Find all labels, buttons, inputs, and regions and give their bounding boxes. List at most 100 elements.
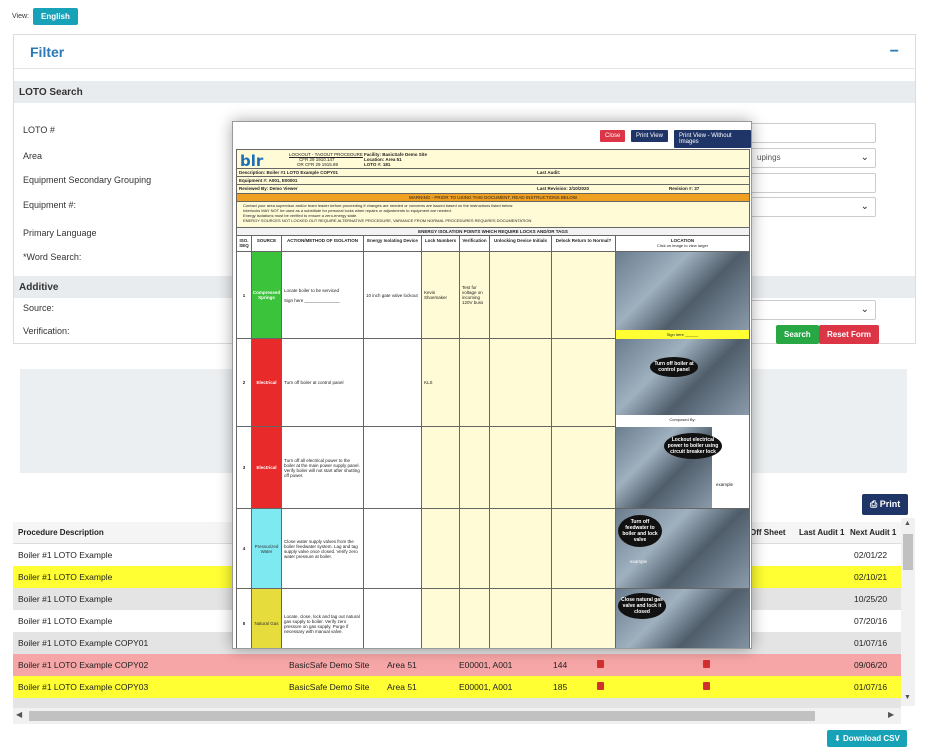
blr-logo: blr bbox=[240, 152, 264, 170]
step-action: Locate, close, lock and tag out natural … bbox=[282, 589, 364, 648]
step-seq: 5 bbox=[236, 589, 252, 648]
grouping-select[interactable]: upings ⌄ bbox=[750, 148, 876, 168]
source-select[interactable]: ⌄ bbox=[750, 300, 876, 320]
procedure-description: Boiler #1 LOTO Example COPY02 bbox=[18, 660, 149, 670]
step-device bbox=[364, 427, 422, 508]
step-verification bbox=[460, 589, 490, 648]
step-delock bbox=[552, 509, 616, 588]
download-csv-button[interactable]: ⬇ Download CSV bbox=[827, 730, 907, 747]
filter-header[interactable]: Filter − bbox=[14, 35, 915, 69]
step-device bbox=[364, 339, 422, 426]
step-device bbox=[364, 509, 422, 588]
step-device bbox=[364, 589, 422, 648]
scroll-right-icon[interactable]: ▶ bbox=[888, 710, 894, 719]
photo-callout: Lockout electrical power to boiler using… bbox=[664, 433, 722, 459]
table-row[interactable] bbox=[13, 698, 901, 708]
step-delock bbox=[552, 427, 616, 508]
scroll-thumb[interactable] bbox=[903, 534, 913, 570]
header-last-audit[interactable]: Last Audit 1 bbox=[799, 528, 844, 537]
next-audit: 01/07/16 bbox=[854, 682, 888, 692]
doc-isolation-title: ENERGY ISOLATION POINTS WHICH REQUIRE LO… bbox=[236, 228, 750, 236]
procedure-description: Boiler #1 LOTO Example COPY03 bbox=[18, 682, 149, 692]
photo-sign-label: Sign here ______ bbox=[616, 330, 749, 339]
boiler-photo[interactable] bbox=[616, 339, 749, 415]
vertical-scrollbar[interactable]: ▲ ▼ bbox=[901, 518, 915, 706]
next-audit: 01/07/16 bbox=[854, 638, 888, 648]
next-audit: 10/25/20 bbox=[854, 594, 888, 604]
step-seq: 2 bbox=[236, 339, 252, 426]
step-location-photo[interactable]: Lockout electrical power to boiler using… bbox=[616, 427, 750, 508]
step-seq: 3 bbox=[236, 427, 252, 508]
photo-example-label: example bbox=[630, 559, 648, 564]
doc-loto-number: LOTO #: 181 bbox=[364, 162, 391, 167]
word-search-label: *Word Search: bbox=[23, 252, 82, 262]
loto-number: 185 bbox=[553, 682, 568, 692]
step-verification: Test for voltage on incoming 120V buss bbox=[460, 252, 490, 338]
scroll-up-icon[interactable]: ▲ bbox=[904, 520, 911, 527]
isolation-step: 1 Compressed Springs Locate boiler to be… bbox=[236, 252, 750, 339]
pdf-icon[interactable] bbox=[703, 682, 710, 692]
pdf-icon[interactable] bbox=[597, 682, 604, 692]
col-device: Energy Isolating Device bbox=[364, 236, 422, 252]
next-audit: 07/20/16 bbox=[854, 616, 888, 626]
verification-label: Verification: bbox=[23, 326, 70, 336]
chevron-down-icon: ⌄ bbox=[860, 304, 869, 315]
loto-number-input[interactable] bbox=[750, 123, 876, 143]
step-source: Pressurized Water bbox=[252, 509, 282, 588]
loto-document: blr LOCKOUT - TAGOUT PROCEDURE CFR 29 19… bbox=[236, 149, 750, 648]
step-location-photo[interactable]: Turn off feedwater to boiler and lock va… bbox=[616, 509, 750, 588]
pdf-icon[interactable] bbox=[703, 660, 710, 670]
photo-composed-label: Composed By: bbox=[616, 415, 749, 427]
procedure-description: Boiler #1 LOTO Example bbox=[18, 550, 113, 560]
step-unlocking bbox=[490, 589, 552, 648]
header-off-sheet[interactable]: Off Sheet bbox=[750, 528, 786, 537]
reset-form-button[interactable]: Reset Form bbox=[819, 325, 880, 344]
isolation-step: 5 Natural Gas Locate, close, lock and ta… bbox=[236, 589, 750, 648]
step-locks bbox=[422, 427, 460, 508]
step-location-photo[interactable]: Turn off boiler at control panel Compose… bbox=[616, 339, 750, 427]
scroll-thumb[interactable] bbox=[29, 711, 815, 721]
doc-last-revision: Last Revision: 2/10/2020 bbox=[537, 186, 590, 191]
step-source: Electrical bbox=[252, 427, 282, 508]
boiler-photo[interactable] bbox=[616, 252, 749, 330]
isolation-step: 3 Electrical Turn off all electrical pow… bbox=[236, 427, 750, 509]
close-button[interactable]: Close bbox=[600, 130, 626, 142]
col-location: LOCATION Click on image to view larger bbox=[616, 236, 750, 252]
language-english-button[interactable]: English bbox=[33, 8, 78, 25]
header-next-audit[interactable]: Next Audit 1 bbox=[850, 528, 896, 537]
print-button[interactable]: ⎙ Print bbox=[862, 494, 909, 515]
print-view-button[interactable]: Print View bbox=[631, 130, 668, 142]
table-row[interactable]: Boiler #1 LOTO Example COPY02 BasicSafe … bbox=[13, 654, 901, 676]
doc-equipment: Equipment #: A001, E00001 bbox=[239, 178, 298, 183]
col-location-sub: Click on image to view larger bbox=[656, 243, 709, 248]
print-view-without-images-button[interactable]: Print View - Without Images bbox=[674, 130, 751, 148]
loto-search-section: LOTO Search bbox=[14, 81, 915, 103]
step-action: Close water supply valves from the boile… bbox=[282, 509, 364, 588]
search-button[interactable]: Search bbox=[776, 325, 819, 344]
scroll-down-icon[interactable]: ▼ bbox=[904, 694, 911, 701]
step-action: Turn off boiler at control panel bbox=[282, 339, 364, 426]
document-header: blr LOCKOUT - TAGOUT PROCEDURE CFR 29 19… bbox=[236, 149, 750, 170]
table-row[interactable]: Boiler #1 LOTO Example COPY03 BasicSafe … bbox=[13, 676, 901, 698]
step-verification bbox=[460, 509, 490, 588]
scroll-left-icon[interactable]: ◀ bbox=[16, 710, 22, 719]
pdf-icon[interactable] bbox=[597, 660, 604, 670]
photo-callout: Close natural gas valve and lock it clos… bbox=[618, 593, 666, 619]
equipment-grouping-label: Equipment Secondary Grouping bbox=[23, 175, 152, 185]
step-sign-line: Sign here ______________ bbox=[284, 297, 340, 303]
step-location-photo[interactable]: Close natural gas valve and lock it clos… bbox=[616, 589, 750, 648]
equipment: E00001, A001 bbox=[459, 660, 513, 670]
header-procedure-description[interactable]: Procedure Description bbox=[18, 528, 104, 537]
doc-notes: Contact your area supervisor and/or team… bbox=[236, 202, 750, 228]
equipment: E00001, A001 bbox=[459, 682, 513, 692]
area-label: Area bbox=[23, 151, 43, 161]
step-location-photo[interactable]: Sign here ______ bbox=[616, 252, 750, 339]
procedure-description: Boiler #1 LOTO Example bbox=[18, 594, 113, 604]
step-locks bbox=[422, 509, 460, 588]
equipment-grouping-input[interactable] bbox=[750, 173, 876, 193]
equipment-select[interactable]: ⌄ bbox=[750, 197, 876, 217]
procedure-description: Boiler #1 LOTO Example bbox=[18, 572, 113, 582]
collapse-icon[interactable]: − bbox=[890, 43, 899, 61]
horizontal-scrollbar[interactable]: ◀ ▶ bbox=[13, 708, 901, 724]
photo-callout: Turn off feedwater to boiler and lock va… bbox=[618, 515, 662, 547]
